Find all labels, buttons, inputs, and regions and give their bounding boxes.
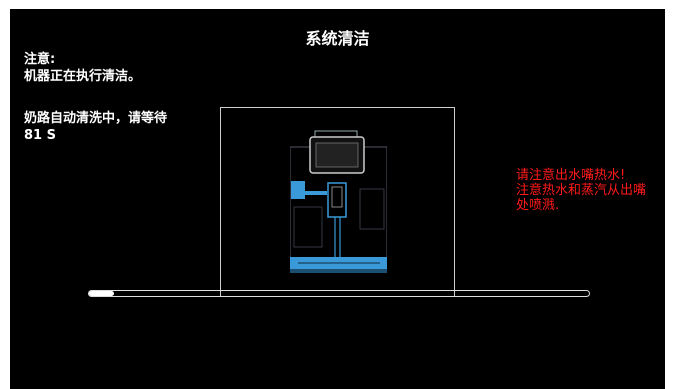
progress-fill — [89, 291, 114, 296]
cleaning-screen: 系统清洁 注意: 机器正在执行清洁。 奶路自动清洗中，请等待 81 S 请注意出… — [10, 9, 665, 389]
cleaning-progress-bar — [88, 290, 590, 297]
page-title: 系统清洁 — [305, 29, 370, 48]
wait-message: 奶路自动清洗中，请等待 81 S — [24, 111, 168, 143]
note-body: 机器正在执行清洁。 — [24, 69, 142, 84]
warning-line-2: 注意热水和蒸汽从出嘴处喷溅. — [516, 183, 647, 213]
note-heading: 注意: — [24, 52, 56, 67]
coffee-machine-icon — [290, 130, 387, 273]
warning-line-1: 请注意出水嘴热水! — [516, 168, 626, 183]
warning-message: 请注意出水嘴热水! 注意热水和蒸汽从出嘴处喷溅. — [516, 168, 656, 213]
